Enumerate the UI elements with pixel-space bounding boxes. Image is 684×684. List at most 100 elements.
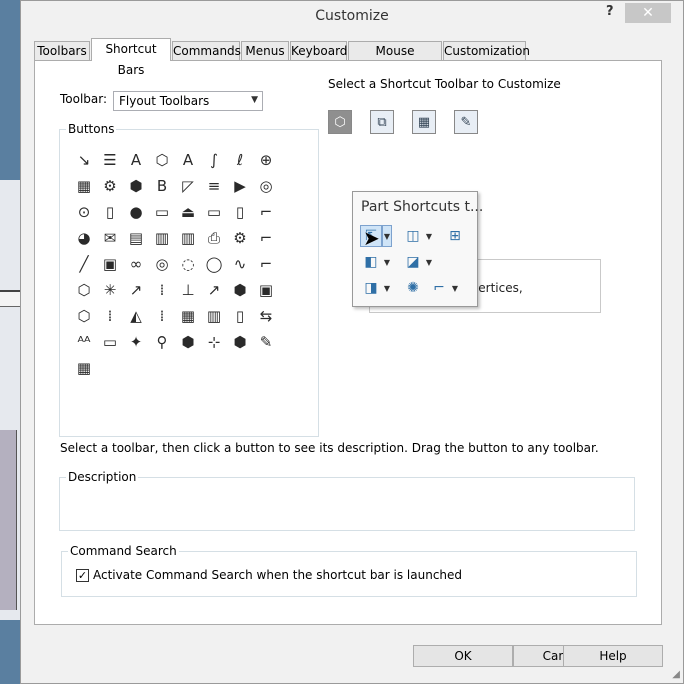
part-shortcut-button[interactable]: ⬡	[328, 110, 352, 134]
toolbar-button-icon[interactable]: ☰	[100, 150, 120, 170]
help-icon[interactable]: ?	[606, 4, 614, 19]
toolbar-button-icon[interactable]: ◯	[204, 254, 224, 274]
toolbar-button-icon[interactable]: ᴬᴬ	[74, 332, 94, 352]
toolbar-button-icon[interactable]: ⚙	[230, 228, 250, 248]
part-shortcuts-toolbar[interactable]: Part Shortcuts t... ⇱ ▼ ◫ ▼ ⊞ ◧ ▼ ◪ ▼ ◨ …	[352, 191, 483, 307]
toolbar-button-icon[interactable]: ▦	[74, 358, 94, 378]
toolbar-button-icon[interactable]: ◎	[256, 176, 276, 196]
fillet-icon[interactable]: ⌐	[428, 277, 450, 299]
toolbar-button-icon[interactable]: ▤	[126, 228, 146, 248]
toolbar-button-icon[interactable]: ⁞	[152, 306, 172, 326]
display-style-icon[interactable]: ◧	[360, 251, 382, 273]
toolbar-button-icon[interactable]: ⌐	[256, 202, 276, 222]
toolbar-button-icon[interactable]: ▥	[204, 306, 224, 326]
toolbar-button-icon[interactable]: ⬡	[74, 306, 94, 326]
toolbar-button-icon[interactable]: ℓ	[230, 150, 250, 170]
toolbar-button-icon[interactable]: A	[126, 150, 146, 170]
toolbar-button-icon[interactable]: ▭	[100, 332, 120, 352]
toolbar-button-icon[interactable]: ∞	[126, 254, 146, 274]
toolbar-button-icon[interactable]: ⊕	[256, 150, 276, 170]
toolbar-button-icon[interactable]: ∫	[204, 150, 224, 170]
chevron-down-icon[interactable]: ▼	[382, 277, 392, 299]
toolbar-button-icon[interactable]: ⬢	[230, 280, 250, 300]
command-search-label[interactable]: Activate Command Search when the shortcu…	[93, 568, 462, 582]
toolbar-button-icon[interactable]: ▥	[178, 228, 198, 248]
toolbar-button-icon[interactable]: B	[152, 176, 172, 196]
chevron-down-icon[interactable]: ▼	[450, 277, 460, 299]
sketch-shortcut-button[interactable]: ✎	[454, 110, 478, 134]
toolbar-button-icon[interactable]: ▣	[100, 254, 120, 274]
toolbar-button-icon[interactable]: ╱	[74, 254, 94, 274]
chevron-down-icon[interactable]: ▼	[382, 251, 392, 273]
toolbar-button-icon[interactable]: ⏏	[178, 202, 198, 222]
toolbar-button-icon[interactable]: ⊙	[74, 202, 94, 222]
toolbar-button-icon[interactable]: ◸	[178, 176, 198, 196]
toolbar-button-icon[interactable]: A	[178, 150, 198, 170]
help-button[interactable]: Help	[563, 645, 663, 667]
toolbar-button-icon[interactable]: ▭	[204, 202, 224, 222]
section-view-icon[interactable]: ◨	[360, 277, 382, 299]
chevron-down-icon[interactable]: ▼	[424, 225, 434, 247]
toolbar-button-icon[interactable]: ▣	[256, 280, 276, 300]
tab-customization[interactable]: Customization	[443, 41, 530, 60]
view-cube-icon[interactable]: ◪	[402, 251, 424, 273]
toolbar-button-icon[interactable]: ▦	[178, 306, 198, 326]
toolbar-button-icon[interactable]: ⚲	[152, 332, 172, 352]
chevron-down-icon[interactable]: ▼	[424, 251, 434, 273]
toolbar-button-icon[interactable]: ⚙	[100, 176, 120, 196]
tab-toolbars[interactable]: Toolbars	[34, 41, 90, 60]
toolbar-button-icon[interactable]: ▶	[230, 176, 250, 196]
toolbar-button-icon[interactable]: ▦	[74, 176, 94, 196]
toolbar-button-icon[interactable]: ▯	[230, 306, 250, 326]
toolbar-button-icon[interactable]: ⌐	[256, 228, 276, 248]
toolbar-button-icon[interactable]: ↘	[74, 150, 94, 170]
toolbar-button-icon[interactable]: ▥	[152, 228, 172, 248]
resize-grip-icon[interactable]: ◢	[672, 669, 680, 680]
toolbar-button-icon[interactable]: ▯	[100, 202, 120, 222]
close-button[interactable]: ✕	[625, 3, 671, 23]
toolbar-button-icon[interactable]: ⁞	[100, 306, 120, 326]
tab-shortcut-bars[interactable]: Shortcut Bars	[91, 38, 171, 77]
chevron-down-icon[interactable]: ▼	[382, 225, 392, 247]
toolbar-button-icon[interactable]: ⬡	[74, 280, 94, 300]
assembly-shortcut-button[interactable]: ⧉	[370, 110, 394, 134]
toolbar-button-icon[interactable]: ▭	[152, 202, 172, 222]
toolbar-button-icon[interactable]: ⊥	[178, 280, 198, 300]
toolbar-button-icon[interactable]: ↗	[204, 280, 224, 300]
chevron-down-icon[interactable]: ▼	[251, 95, 258, 105]
toolbar-button-icon[interactable]: ✳	[100, 280, 120, 300]
toolbar-button-icon[interactable]: ✎	[256, 332, 276, 352]
tab-menus[interactable]: Menus	[241, 41, 289, 60]
toolbar-button-icon[interactable]: ↗	[126, 280, 146, 300]
toolbar-button-icon[interactable]: ⊹	[204, 332, 224, 352]
toolbar-button-icon[interactable]: ✉	[100, 228, 120, 248]
tab-commands[interactable]: Commands	[172, 41, 241, 60]
toolbar-button-icon[interactable]: ◕	[74, 228, 94, 248]
toolbar-button-icon[interactable]: ⇆	[256, 306, 276, 326]
toolbar-button-icon[interactable]: ◭	[126, 306, 146, 326]
toolbar-button-icon[interactable]: ≡	[204, 176, 224, 196]
toolbar-button-icon[interactable]: ⁞	[152, 280, 172, 300]
toolbar-button-icon[interactable]: ⌐	[256, 254, 276, 274]
toolbar-button-icon[interactable]: ▯	[230, 202, 250, 222]
tab-mouse-gestures[interactable]: Mouse Gestures	[348, 41, 442, 77]
toolbar-button-icon[interactable]: ⬢	[230, 332, 250, 352]
drawing-shortcut-button[interactable]: ▦	[412, 110, 436, 134]
toolbar-button-icon[interactable]: ∿	[230, 254, 250, 274]
toolbar-button-icon[interactable]: ⬡	[152, 150, 172, 170]
toolbar-button-icon[interactable]: ◎	[152, 254, 172, 274]
appearance-icon[interactable]: ✺	[402, 277, 424, 299]
tab-keyboard[interactable]: Keyboard	[290, 41, 347, 60]
toolbar-button-icon[interactable]: ⬢	[126, 176, 146, 196]
toolbar-button-icon[interactable]: ✦	[126, 332, 146, 352]
ok-button[interactable]: OK	[413, 645, 513, 667]
toolbar-button-icon[interactable]: ⎙	[204, 228, 224, 248]
toolbar-button-icon[interactable]: ⬢	[178, 332, 198, 352]
toolbar-button-icon[interactable]: ◌	[178, 254, 198, 274]
toolbar-dropdown[interactable]: Flyout Toolbars ▼	[113, 91, 263, 111]
command-search-checkbox[interactable]: ✓	[76, 569, 89, 582]
configuration-icon[interactable]: ⊞	[444, 225, 466, 247]
toolbar-button-icon[interactable]: ●	[126, 202, 146, 222]
sketch-icon: ✎	[460, 114, 472, 130]
view-orientation-icon[interactable]: ◫	[402, 225, 424, 247]
